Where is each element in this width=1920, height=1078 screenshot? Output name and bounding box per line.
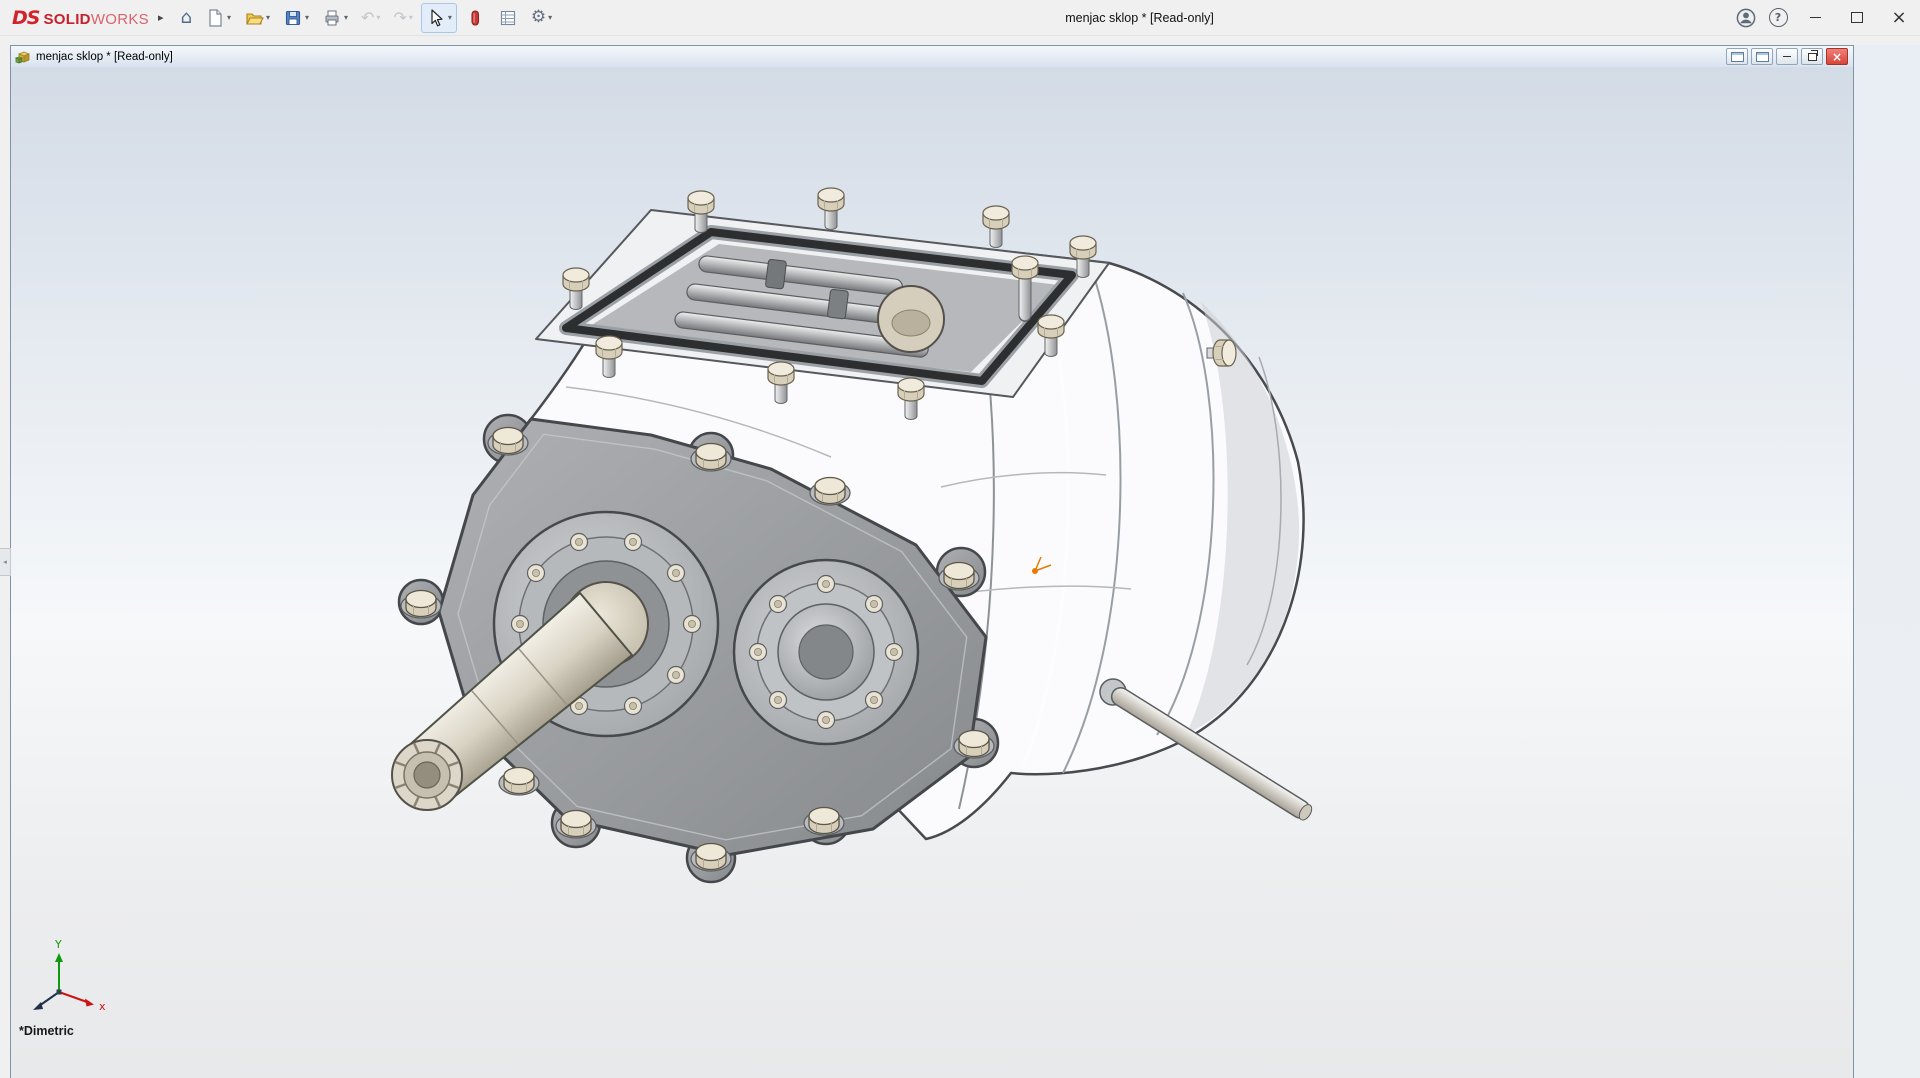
window-pane-icon [1730, 51, 1744, 62]
document-title-bar[interactable]: menjac sklop * [Read-only] × [11, 46, 1853, 68]
logo-text-solid: SOLID [43, 10, 91, 28]
output-bearing-boss [732, 558, 920, 746]
restore-icon [1807, 49, 1818, 61]
user-avatar-icon [1736, 8, 1756, 27]
graphics-viewport[interactable]: x Y *Dimetric [11, 67, 1853, 1078]
feature-pane-collapse-tab[interactable]: ◂ [0, 548, 11, 576]
solidworks-logo: DS SOLID WORKS [12, 7, 149, 29]
app-title: menjac sklop * [Read-only] [1065, 10, 1214, 25]
maximize-button[interactable] [1836, 0, 1878, 35]
triad-x-label: x [99, 1000, 106, 1013]
minimize-icon [1809, 17, 1821, 18]
print-icon [325, 10, 339, 25]
quick-access-toolbar: ⌂ ▾ ▾ ▾ ▾ ↶ ▾ ↷ ▾ ▾ ⚙ ▾ [176, 2, 558, 33]
home-icon: ⌂ [180, 6, 192, 28]
redo-icon: ↷ [393, 7, 407, 27]
close-icon: × [1891, 6, 1907, 28]
assembly-document-icon [15, 51, 31, 64]
new-document-button[interactable]: ▾ [200, 3, 236, 33]
dropdown-arrow-icon: ▾ [376, 12, 381, 22]
dropdown-arrow-icon: ▾ [265, 12, 270, 22]
open-folder-icon [246, 12, 264, 25]
dropdown-arrow-icon: ▾ [226, 12, 231, 22]
dropdown-arrow-icon: ▾ [408, 12, 413, 22]
minimize-icon [1783, 56, 1791, 57]
document-title: menjac sklop * [Read-only] [36, 50, 173, 63]
gearbox-3d-model[interactable]: x Y [11, 67, 1853, 1078]
undo-button[interactable]: ↶ ▾ [356, 3, 385, 33]
save-floppy-icon [285, 10, 301, 25]
help-icon: ? [1768, 8, 1788, 27]
dropdown-arrow-icon: ▾ [548, 12, 553, 22]
document-window-buttons: × [1726, 48, 1848, 65]
home-button[interactable]: ⌂ [176, 3, 197, 33]
doc-close-icon: × [1831, 49, 1843, 64]
document-properties-icon [500, 10, 515, 25]
doc-minimize-button[interactable] [1776, 48, 1798, 65]
doc-close-button[interactable]: × [1826, 48, 1848, 65]
open-button[interactable]: ▾ [239, 3, 275, 33]
account-button[interactable] [1730, 0, 1762, 35]
doc-restore-button[interactable] [1801, 48, 1823, 65]
select-cursor-icon [431, 8, 443, 26]
collapse-arrow-icon: ◂ [3, 558, 7, 566]
window-pane-icon [1755, 51, 1769, 62]
help-button[interactable]: ? [1762, 0, 1794, 35]
maximize-icon [1851, 12, 1863, 23]
print-button[interactable]: ▾ [317, 3, 353, 33]
orientation-triad[interactable]: x Y [33, 938, 106, 1013]
dropdown-arrow-icon: ▾ [447, 12, 452, 22]
new-document-icon [209, 8, 222, 27]
redo-button[interactable]: ↷ ▾ [388, 3, 417, 33]
gear-icon: ⚙ [530, 7, 547, 27]
save-button[interactable]: ▾ [278, 3, 314, 33]
app-title-bar: DS SOLID WORKS ▸ ⌂ ▾ ▾ ▾ ▾ ↶ ▾ ↷ ▾ ▾ ⚙ ▾… [0, 0, 1920, 36]
dropdown-arrow-icon: ▾ [304, 12, 309, 22]
appearance-icon [471, 9, 479, 26]
document-window: menjac sklop * [Read-only] × x Y *Dimetr… [10, 45, 1854, 1078]
close-button[interactable]: × [1878, 0, 1920, 35]
dassault-systemes-logo-icon: DS [12, 6, 40, 29]
doc-pane-button-1[interactable] [1726, 48, 1748, 65]
view-orientation-label: *Dimetric [19, 1024, 74, 1038]
undo-icon: ↶ [361, 7, 375, 27]
minimize-button[interactable] [1794, 0, 1836, 35]
logo-text-works: WORKS [90, 10, 149, 28]
title-bar-right-icons: ? × [1730, 0, 1920, 35]
dropdown-arrow-icon: ▾ [344, 12, 349, 22]
triad-y-label: Y [54, 938, 62, 951]
appearance-button[interactable] [460, 3, 490, 33]
select-tool-button[interactable]: ▾ [420, 2, 457, 33]
menu-expand-chevron-icon[interactable]: ▸ [158, 11, 164, 24]
spline-end [391, 739, 463, 811]
task-pane-strip[interactable] [1854, 45, 1920, 1078]
document-properties-button[interactable] [493, 3, 523, 33]
options-button[interactable]: ⚙ ▾ [526, 3, 557, 33]
doc-pane-button-2[interactable] [1751, 48, 1773, 65]
side-bolt [1212, 339, 1237, 367]
